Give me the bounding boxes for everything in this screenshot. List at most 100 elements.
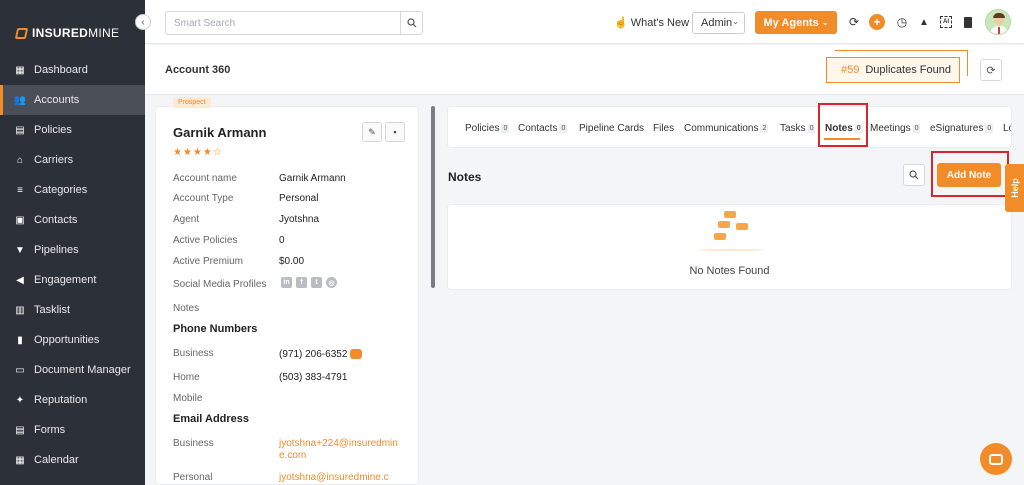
refresh-button[interactable]: ⟳ xyxy=(980,59,1002,81)
smart-search xyxy=(165,11,423,35)
account-tabs: Policies 0 Contacts 0 Pipeline Cards Files… xyxy=(447,106,1012,148)
tasklist-icon: ▥ xyxy=(15,304,25,316)
brand-logo[interactable]: INSURED MINE xyxy=(14,26,119,40)
chevron-down-icon: ⌄ xyxy=(821,18,829,27)
role-select[interactable]: Admin ⌄ xyxy=(692,12,745,34)
forms-icon: ▤ xyxy=(15,424,25,436)
sidebar-item-forms[interactable]: ▤ Forms xyxy=(0,415,145,445)
search-input[interactable] xyxy=(166,12,396,34)
chevron-left-icon: ‹ xyxy=(141,16,145,28)
sidebar-item-tasklist[interactable]: ▥ Tasklist xyxy=(0,295,145,325)
calculator-icon[interactable] xyxy=(960,14,976,30)
account-name-heading: Garnik Armann xyxy=(173,125,267,140)
refresh-icon: ⟳ xyxy=(986,64,996,77)
sidebar-item-accounts[interactable]: 👥 Accounts xyxy=(0,85,145,115)
search-button[interactable] xyxy=(400,12,422,34)
sidebar-item-engagement[interactable]: ◀ Engagement xyxy=(0,265,145,295)
linkedin-icon[interactable]: in xyxy=(281,277,292,288)
sidebar-item-reputation[interactable]: ✦ Reputation xyxy=(0,385,145,415)
tab-pipeline-cards[interactable]: Pipeline Cards xyxy=(579,123,644,134)
add-icon[interactable]: + xyxy=(869,14,885,30)
email-label: Business xyxy=(173,438,214,449)
email-link[interactable]: jyotshna+224@insuredmine.com xyxy=(279,438,399,462)
globe-icon[interactable]: ◎ xyxy=(326,277,337,288)
calendar-icon: ▦ xyxy=(15,454,25,466)
sidebar-item-categories[interactable]: ≡ Categories xyxy=(0,175,145,205)
illustration-piece xyxy=(724,211,736,218)
tab-meetings[interactable]: Meetings 0 xyxy=(870,123,921,134)
tab-count: 0 xyxy=(912,124,921,133)
my-agents-button[interactable]: My Agents ⌄ xyxy=(755,11,837,34)
tab-label: Pipeline Cards xyxy=(579,123,645,134)
tab-count: 0 xyxy=(807,124,816,133)
twitter-icon[interactable]: t xyxy=(311,277,322,288)
role-select-value: Admin xyxy=(701,17,733,29)
sidebar-item-document-manager[interactable]: ▭ Document Manager xyxy=(0,355,145,385)
sidebar-item-pipelines[interactable]: ▼ Pipelines xyxy=(0,235,145,265)
illustration-base xyxy=(698,249,764,251)
chat-button[interactable] xyxy=(980,443,1012,475)
tab-files[interactable]: Files xyxy=(653,123,674,134)
sync-icon[interactable]: ⟳ xyxy=(846,14,862,30)
delete-button[interactable]: ▪ xyxy=(385,122,405,142)
notes-search-button[interactable] xyxy=(903,164,925,186)
tab-count: 2 xyxy=(760,124,769,133)
sidebar-item-label: Document Manager xyxy=(34,364,131,376)
trash-icon: ▪ xyxy=(393,127,397,137)
bell-icon[interactable]: ▲ xyxy=(916,14,932,30)
sidebar-item-label: Forms xyxy=(34,424,66,436)
tab-tasks[interactable]: Tasks 0 xyxy=(780,123,816,134)
empty-state-message: No Notes Found xyxy=(689,265,770,277)
illustration-piece xyxy=(714,233,726,240)
tab-communications[interactable]: Communications 2 xyxy=(684,123,769,134)
pointing-hand-icon: ☝ xyxy=(614,17,628,29)
sidebar-item-policies[interactable]: ▤ Policies xyxy=(0,115,145,145)
sidebar-item-label: Opportunities xyxy=(34,334,100,346)
sms-icon[interactable] xyxy=(350,349,363,360)
whats-new-link[interactable]: ☝ What's New xyxy=(614,16,689,30)
notes-tab-highlight xyxy=(818,103,868,147)
phone-value[interactable]: (503) 383-4791 xyxy=(279,372,347,383)
phone-value: (971) 206-6352 xyxy=(279,349,363,360)
search-icon xyxy=(909,170,919,180)
field-label: Account name xyxy=(173,173,237,184)
duplicates-found-button[interactable]: #59 Duplicates Found xyxy=(826,57,960,83)
tab-count: 0 xyxy=(985,124,994,133)
sidebar-collapse-button[interactable]: ‹ xyxy=(135,14,151,30)
clock-icon[interactable]: ◷ xyxy=(894,14,910,30)
tab-esignatures[interactable]: eSignatures 0 xyxy=(930,123,994,134)
rating-stars[interactable]: ★★★★☆ xyxy=(173,147,223,158)
email-link[interactable]: jyotshna@insuredmine.c xyxy=(279,472,399,484)
panel-resize-handle[interactable] xyxy=(431,106,435,288)
sidebar-item-calendar[interactable]: ▦ Calendar xyxy=(0,445,145,475)
ai-chip-icon[interactable]: AI xyxy=(938,14,954,30)
brand-bold: INSURED xyxy=(32,26,89,40)
field-label: Account Type xyxy=(173,193,234,204)
field-value: Garnik Armann xyxy=(279,173,346,184)
field-label: Agent xyxy=(173,214,200,225)
page-title: Account 360 xyxy=(165,64,231,76)
sidebar-item-label: Dashboard xyxy=(34,64,88,76)
phone-number[interactable]: (971) 206-6352 xyxy=(279,349,347,360)
field-value: 0 xyxy=(279,235,285,246)
facebook-icon[interactable]: f xyxy=(296,277,307,288)
field-value: $0.00 xyxy=(279,256,305,267)
sidebar-item-carriers[interactable]: ⌂ Carriers xyxy=(0,145,145,175)
chevron-down-icon: ⌄ xyxy=(732,17,739,26)
status-badge: Prospect xyxy=(173,97,211,108)
help-tab[interactable]: Help xyxy=(1005,164,1024,212)
top-bar: ☝What's New Admin⌄ My Agents ⌄ ⟳ + ◷ ▲ A… xyxy=(145,0,1024,44)
sidebar-item-dashboard[interactable]: ▦ Dashboard xyxy=(0,55,145,85)
sidebar-item-opportunities[interactable]: ▮ Opportunities xyxy=(0,325,145,355)
tab-contacts[interactable]: Contacts 0 xyxy=(518,123,568,134)
avatar-hair xyxy=(993,13,1005,18)
duplicates-label: Duplicates Found xyxy=(865,64,951,76)
tab-policies[interactable]: Policies 0 xyxy=(465,123,510,134)
my-agents-label: My Agents xyxy=(763,16,819,29)
sidebar-item-contacts[interactable]: ▣ Contacts xyxy=(0,205,145,235)
edit-button[interactable]: ✎ xyxy=(362,122,382,142)
user-avatar[interactable] xyxy=(985,9,1011,35)
tab-more[interactable]: Lo xyxy=(1003,123,1011,134)
tab-label: Policies xyxy=(465,123,500,134)
contacts-icon: ▣ xyxy=(15,214,25,226)
